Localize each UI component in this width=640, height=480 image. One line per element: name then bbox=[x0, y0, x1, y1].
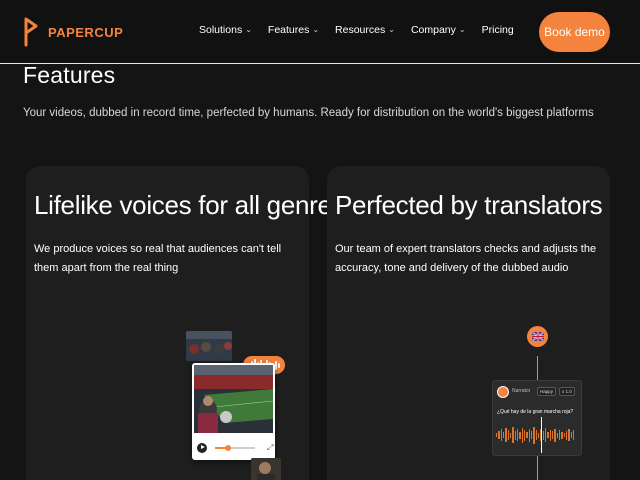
feature-card-voices: Lifelike voices for all genres We produc… bbox=[26, 166, 345, 480]
waveform-icon bbox=[496, 425, 575, 445]
speed-select[interactable]: x 1.0 bbox=[559, 387, 575, 396]
nav-item-label: Features bbox=[267, 24, 310, 36]
seek-bar[interactable] bbox=[215, 444, 255, 451]
nav-item-pricing[interactable]: Pricing bbox=[482, 24, 514, 36]
uk-flag-icon bbox=[527, 326, 548, 347]
brand-name: PAPERCUP bbox=[48, 24, 124, 40]
nav-item-solutions[interactable]: Solutions ⌄ bbox=[199, 24, 252, 36]
player-controls: ⤢ bbox=[192, 435, 275, 460]
nav-item-company[interactable]: Company ⌄ bbox=[411, 24, 466, 36]
page-subtitle: Your videos, dubbed in record time, perf… bbox=[23, 107, 594, 119]
crowd-thumbnail bbox=[186, 331, 232, 361]
nav-menu: Solutions ⌄ Features ⌄ Resources ⌄ Compa… bbox=[199, 24, 530, 36]
nav-item-label: Company bbox=[410, 24, 456, 36]
card-description: Our team of expert translators checks an… bbox=[335, 243, 597, 274]
expand-icon[interactable]: ⤢ bbox=[267, 443, 273, 453]
book-demo-button[interactable]: Book demo bbox=[539, 12, 610, 52]
play-icon[interactable] bbox=[197, 442, 207, 453]
nav-item-resources[interactable]: Resources ⌄ bbox=[335, 24, 395, 36]
papercup-logo-icon bbox=[24, 17, 38, 47]
card-title: Perfected by translators bbox=[335, 190, 603, 220]
video-player[interactable]: ⤢ bbox=[192, 363, 275, 460]
chevron-down-icon: ⌄ bbox=[388, 24, 395, 34]
voice-style-select[interactable]: Happy bbox=[537, 387, 557, 396]
stadium-video bbox=[194, 365, 273, 433]
top-nav: PAPERCUP Solutions ⌄ Features ⌄ Resource… bbox=[0, 0, 640, 64]
speaker-name: Narrator bbox=[512, 388, 531, 394]
feature-card-translators: Perfected by translators Our team of exp… bbox=[327, 166, 610, 480]
chevron-down-icon: ⌄ bbox=[312, 24, 320, 34]
nav-item-label: Solutions bbox=[199, 24, 243, 36]
speaker-avatar bbox=[497, 386, 509, 398]
nav-item-label: Pricing bbox=[481, 24, 514, 36]
playhead[interactable] bbox=[541, 417, 542, 453]
page-title: Features bbox=[23, 62, 116, 88]
nav-item-features[interactable]: Features ⌄ bbox=[268, 24, 319, 36]
chevron-down-icon: ⌄ bbox=[458, 24, 466, 34]
chevron-down-icon: ⌄ bbox=[245, 24, 252, 34]
translation-editor[interactable]: Narrator Happy x 1.0 ¿Qué hay de la gran… bbox=[492, 380, 582, 456]
card-description: We produce voices so real that audiences… bbox=[34, 243, 282, 274]
interview-thumbnail bbox=[251, 458, 281, 480]
nav-item-label: Resources bbox=[335, 24, 386, 36]
card-title: Lifelike voices for all genres bbox=[34, 190, 345, 220]
transcript-line[interactable]: ¿Qué hay de la gran marcha roja? bbox=[497, 409, 573, 415]
papercup-logo[interactable]: PAPERCUP bbox=[24, 17, 123, 47]
